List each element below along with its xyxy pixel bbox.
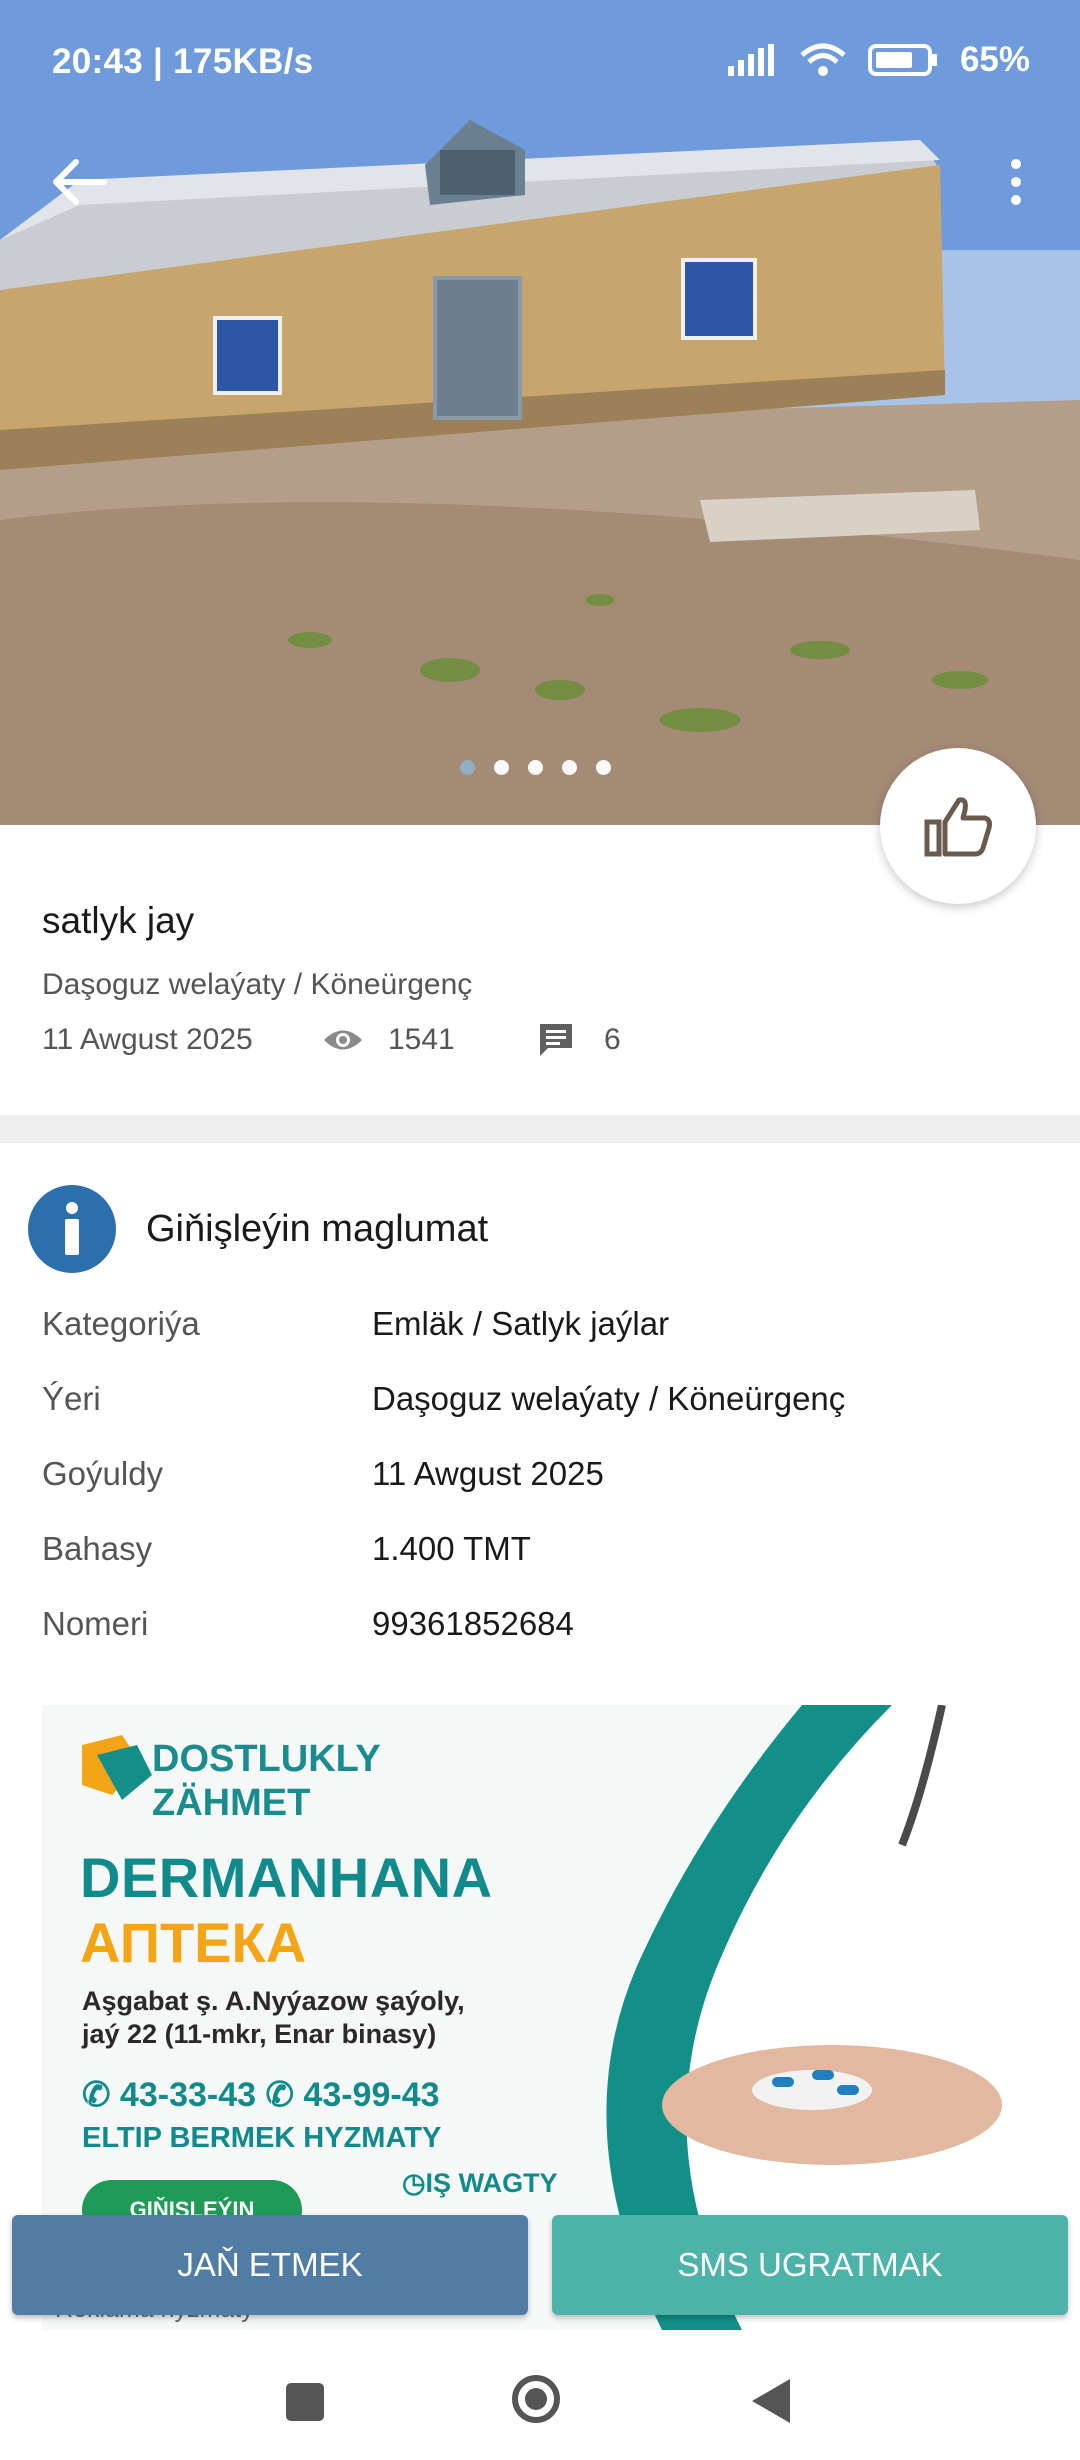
ad-title2: АПТЕКА [80,1911,307,1974]
details-table: Kategoriýa Emläk / Satlyk jaýlar Ýeri Da… [42,1305,1042,1680]
detail-value: Daşoguz welaýaty / Köneürgenç [372,1380,846,1417]
wifi-icon [800,43,846,76]
ad-address-line1: Aşgabat ş. A.Nyýazow şaýoly, [82,1986,465,2016]
listing-comments: 6 [604,1023,621,1056]
thumbs-up-icon [924,797,992,857]
pager-dot[interactable] [460,760,475,775]
detail-row: Nomeri 99361852684 [42,1605,1042,1680]
ad-brand-line2: ZÄHMET [152,1782,311,1824]
sms-button[interactable]: SMS UGRATMAK [552,2215,1068,2315]
photo-pager[interactable] [460,760,611,775]
call-button[interactable]: JAŇ ETMEK [12,2215,528,2315]
ad-title1: DERMANHANA [80,1846,493,1909]
detail-key: Bahasy [42,1530,153,1567]
battery-percent: 65% [959,40,1030,79]
info-icon [28,1185,116,1273]
ad-address-line2: jaý 22 (11-mkr, Enar binasy) [82,2019,437,2049]
battery-icon [867,44,937,76]
more-vert-icon[interactable] [984,150,1048,214]
listing-meta: 11 Awgust 2025 1541 6 [42,1022,621,1058]
nav-back-icon[interactable] [752,2379,790,2423]
section-divider [0,1115,1080,1143]
detail-value: 1.400 TMT [372,1530,531,1567]
listing-date: 11 Awgust 2025 [42,1023,253,1056]
detail-row: Ýeri Daşoguz welaýaty / Köneürgenç [42,1380,1042,1455]
details-header: Giňişleýin maglumat [28,1185,488,1273]
listing-title: satlyk jay [42,900,195,941]
status-icons: 65% [727,40,1030,80]
details-title: Giňişleýin maglumat [146,1207,489,1250]
detail-key: Ýeri [42,1380,101,1417]
signal-icon [727,44,774,76]
listing-views: 1541 [388,1023,455,1056]
detail-key: Nomeri [42,1605,149,1642]
comment-icon [540,1024,572,1056]
eye-icon [324,1030,362,1050]
pager-dot[interactable] [562,760,577,775]
system-nav-bar [0,2335,1080,2460]
detail-row: Kategoriýa Emläk / Satlyk jaýlar [42,1305,1042,1380]
home-icon[interactable] [512,2375,560,2423]
status-time-speed: 20:43 | 175KB/s [52,42,314,81]
detail-row: Bahasy 1.400 TMT [42,1530,1042,1605]
like-button[interactable] [880,748,1036,904]
pager-dot[interactable] [528,760,543,775]
listing-photo[interactable]: 20:43 | 175KB/s 65% [0,0,1080,825]
ad-phones: ✆ 43-33-43 ✆ 43-99-43 [82,2076,440,2114]
detail-key: Goýuldy [42,1455,164,1492]
detail-value: Emläk / Satlyk jaýlar [372,1305,670,1342]
pager-dot[interactable] [596,760,611,775]
pager-dot[interactable] [494,760,509,775]
ad-delivery: ELTIP BERMEK HYZMATY [82,2122,442,2154]
ad-brand: DOSTLUKLY ZÄHMET [152,1737,381,1825]
detail-value: 11 Awgust 2025 [372,1455,604,1492]
house-photo [0,0,1080,825]
back-arrow-icon[interactable] [48,150,112,214]
recents-icon[interactable] [286,2383,324,2421]
ad-address: Aşgabat ş. A.Nyýazow şaýoly, jaý 22 (11-… [82,1985,465,2051]
ad-hours: ◷IŞ WAGTY [402,2168,558,2198]
detail-key: Kategoriýa [42,1305,200,1342]
listing-location: Daşoguz welaýaty / Köneürgenç [42,968,473,1001]
detail-value[interactable]: 99361852684 [372,1605,574,1643]
detail-row: Goýuldy 11 Awgust 2025 [42,1455,1042,1530]
ad-brand-line1: DOSTLUKLY [152,1738,381,1780]
